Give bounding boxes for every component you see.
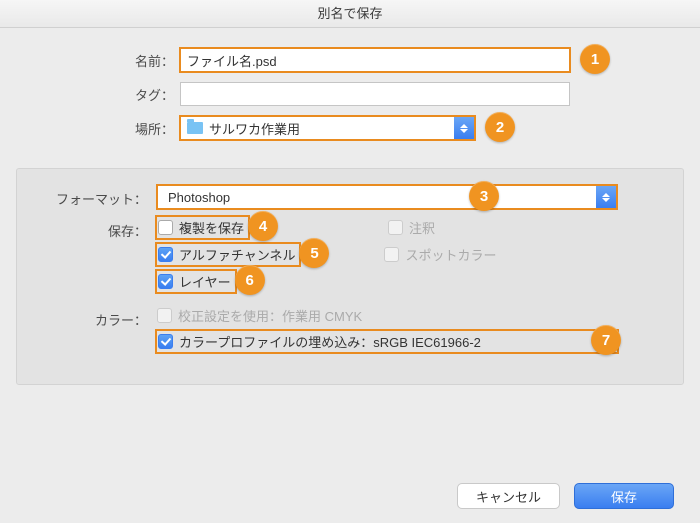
- where-label: 場所：: [40, 119, 180, 138]
- profile-checkbox[interactable]: [158, 334, 173, 349]
- where-value: サルワカ作業用: [209, 119, 300, 138]
- copy-checkbox-label: 複製を保存: [179, 218, 244, 237]
- alpha-checkbox[interactable]: [158, 247, 173, 262]
- annotations-checkbox: [388, 220, 403, 235]
- name-label: 名前：: [40, 51, 180, 70]
- format-value: Photoshop: [164, 190, 230, 205]
- where-select[interactable]: サルワカ作業用: [180, 116, 475, 140]
- profile-checkbox-label: カラープロファイルの埋め込み：sRGB IEC61966-2: [179, 332, 481, 351]
- tags-label: タグ：: [40, 85, 180, 104]
- spot-checkbox-label: スポットカラー: [405, 245, 496, 264]
- format-label: フォーマット：: [37, 185, 157, 208]
- callout-7: 7: [591, 325, 621, 355]
- callout-2: 2: [485, 112, 515, 142]
- callout-3: 3: [469, 181, 499, 211]
- copy-checkbox[interactable]: [158, 220, 173, 235]
- chevron-updown-icon: [596, 186, 616, 208]
- proof-checkbox: [157, 308, 172, 323]
- dialog-footer: キャンセル 保存: [457, 483, 674, 509]
- layers-checkbox-label: レイヤー: [179, 272, 231, 291]
- top-section: 名前： 1 タグ： 場所： サルワカ作業用 2: [0, 28, 700, 162]
- options-section: フォーマット： Photoshop 3 保存： 複製を保存 4: [16, 168, 684, 385]
- spot-checkbox: [384, 247, 399, 262]
- tags-input[interactable]: [180, 82, 570, 106]
- folder-icon: [187, 122, 203, 134]
- proof-checkbox-label: 校正設定を使用：作業用 CMYK: [178, 306, 362, 325]
- callout-6: 6: [235, 265, 265, 295]
- layers-checkbox[interactable]: [158, 274, 173, 289]
- dialog-title: 別名で保存: [0, 0, 700, 28]
- annotations-checkbox-label: 注釈: [409, 218, 435, 237]
- alpha-checkbox-label: アルファチャンネル: [179, 245, 295, 264]
- name-input[interactable]: [180, 48, 570, 72]
- save-button[interactable]: 保存: [574, 483, 674, 509]
- callout-1: 1: [580, 44, 610, 74]
- chevron-updown-icon: [454, 117, 474, 139]
- cancel-button[interactable]: キャンセル: [457, 483, 560, 509]
- format-select[interactable]: Photoshop: [157, 185, 617, 209]
- callout-4: 4: [248, 211, 278, 241]
- save-options-label: 保存：: [37, 217, 157, 240]
- color-options-label: カラー：: [37, 306, 157, 329]
- callout-5: 5: [299, 238, 329, 268]
